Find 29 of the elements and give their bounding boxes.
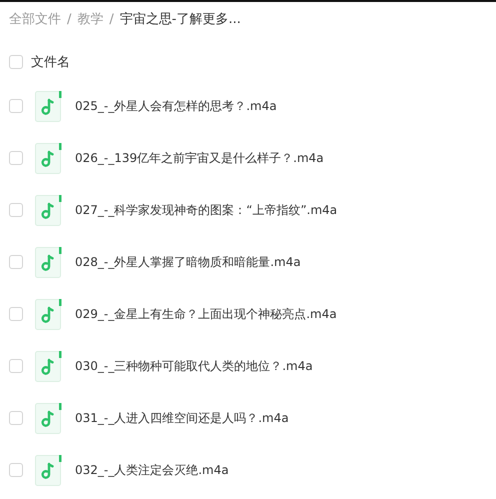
checkbox[interactable] [9,55,23,69]
breadcrumb-current: 宇宙之思-了解更多... [120,11,241,28]
audio-file-icon [35,194,62,226]
audio-file-icon [35,350,62,382]
audio-file-icon [35,454,62,486]
checkbox[interactable] [9,359,23,373]
file-name[interactable]: 031_-_人进入四维空间还是人吗？.m4a [75,410,289,426]
file-name[interactable]: 025_-_外星人会有怎样的思考？.m4a [75,98,277,114]
checkbox[interactable] [9,463,23,477]
file-name[interactable]: 029_-_金星上有生命？上面出现个神秘亮点.m4a [75,306,337,322]
checkbox[interactable] [9,255,23,269]
audio-file-icon [35,246,62,278]
file-name[interactable]: 030_-_三种物种可能取代人类的地位？.m4a [75,358,313,374]
audio-file-icon [35,298,62,330]
audio-file-icon [35,90,62,122]
file-name[interactable]: 028_-_外星人掌握了暗物质和暗能量.m4a [75,254,301,270]
audio-file-icon [35,402,62,434]
file-name[interactable]: 032_-_人类注定会灭绝.m4a [75,462,229,478]
checkbox[interactable] [9,411,23,425]
checkbox[interactable] [9,307,23,321]
breadcrumb-separator: / [109,12,114,26]
audio-file-icon [35,142,62,174]
file-name[interactable]: 026_-_139亿年之前宇宙又是什么样子？.m4a [75,150,324,166]
checkbox[interactable] [9,151,23,165]
checkbox[interactable] [9,99,23,113]
checkbox[interactable] [9,203,23,217]
column-header[interactable]: 文件名 [31,53,70,71]
file-name[interactable]: 027_-_科学家发现神奇的图案：“上帝指纹”.m4a [75,202,338,218]
breadcrumb-separator: / [67,12,72,26]
